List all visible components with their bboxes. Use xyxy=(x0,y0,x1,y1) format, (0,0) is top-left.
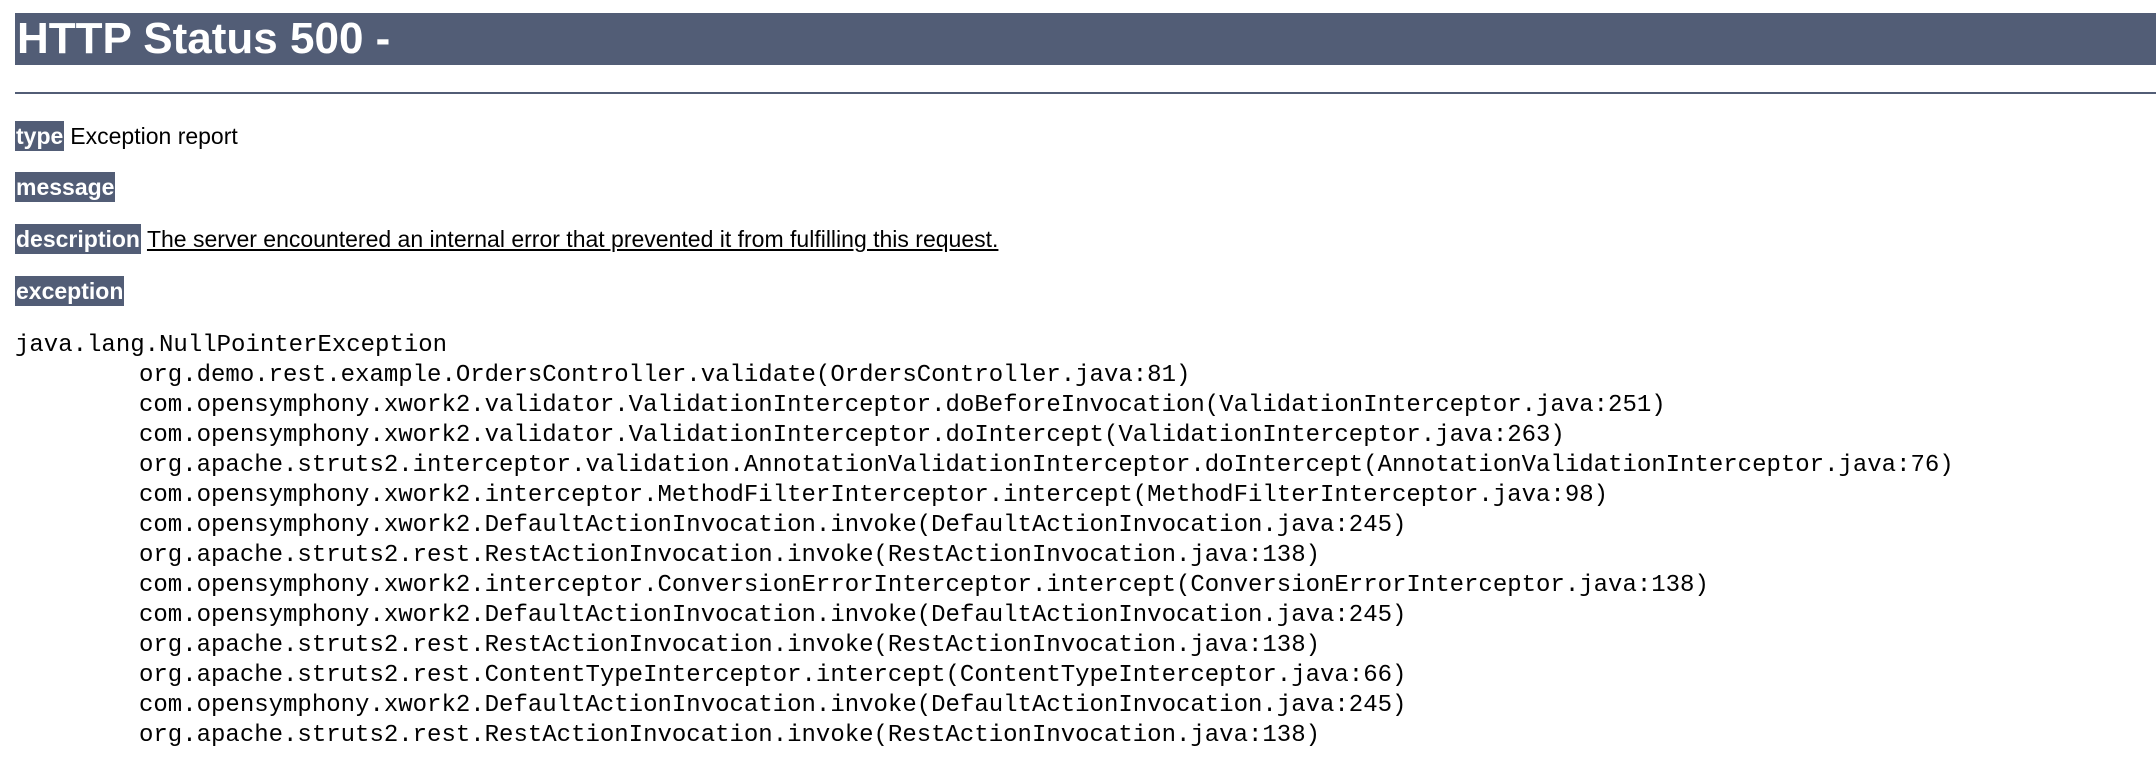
stack-frame: com.opensymphony.xwork2.interceptor.Meth… xyxy=(139,482,1609,509)
stack-frame: com.opensymphony.xwork2.interceptor.Conv… xyxy=(139,572,1709,599)
exception-label: exception xyxy=(15,276,125,306)
description-value: The server encountered an internal error… xyxy=(146,226,999,252)
page-title: HTTP Status 500 - xyxy=(15,13,2156,65)
stack-trace: java.lang.NullPointerException org.demo.r… xyxy=(15,331,2156,751)
exception-class: java.lang.NullPointerException xyxy=(15,332,448,359)
stack-frame: com.opensymphony.xwork2.DefaultActionInv… xyxy=(139,692,1407,719)
description-label: description xyxy=(15,224,141,254)
type-label: type xyxy=(15,121,65,151)
stack-frame: org.demo.rest.example.OrdersController.v… xyxy=(139,362,1191,389)
message-label: message xyxy=(15,172,116,202)
stack-frame: org.apache.struts2.interceptor.validatio… xyxy=(139,452,1954,479)
type-row: type Exception report xyxy=(15,121,238,151)
stack-frame: com.opensymphony.xwork2.validator.Valida… xyxy=(139,392,1666,419)
stack-frame: org.apache.struts2.rest.RestActionInvoca… xyxy=(139,542,1320,569)
stack-frame: org.apache.struts2.rest.ContentTypeInter… xyxy=(139,662,1407,689)
type-value: Exception report xyxy=(70,123,238,149)
description-row: description The server encountered an int… xyxy=(15,224,998,254)
header-divider xyxy=(15,92,2156,94)
stack-frame: com.opensymphony.xwork2.DefaultActionInv… xyxy=(139,602,1407,629)
exception-row: exception xyxy=(15,276,125,306)
message-row: message xyxy=(15,172,121,202)
stack-frame: org.apache.struts2.rest.RestActionInvoca… xyxy=(139,722,1320,749)
stack-frame: com.opensymphony.xwork2.DefaultActionInv… xyxy=(139,512,1407,539)
stack-frame: com.opensymphony.xwork2.validator.Valida… xyxy=(139,422,1565,449)
stack-frame: org.apache.struts2.rest.RestActionInvoca… xyxy=(139,632,1320,659)
